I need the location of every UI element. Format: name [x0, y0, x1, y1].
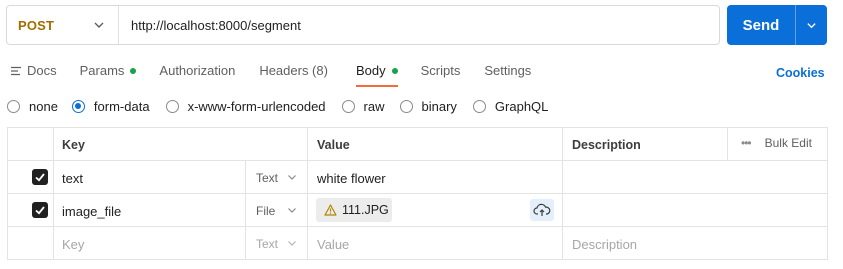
chevron-down-icon: [288, 175, 296, 180]
request-tabs: Docs Params Authorization Headers (8) Bo…: [10, 63, 531, 87]
radio-label: binary: [421, 98, 457, 114]
chevron-down-icon: [807, 22, 816, 28]
warning-icon: [324, 204, 337, 216]
radio-button[interactable]: [341, 99, 355, 113]
radio-label: raw: [363, 98, 385, 114]
docs-icon: [11, 66, 21, 76]
column-header-key: Key: [62, 138, 85, 152]
upload-file-button[interactable]: [530, 199, 554, 221]
radio-label: GraphQL: [494, 98, 549, 114]
column-header-description: Description: [572, 138, 641, 152]
send-button-group: Send: [727, 5, 827, 45]
radio-button[interactable]: [165, 99, 179, 113]
tab-label: Docs: [27, 63, 57, 78]
request-bar: POST http://localhost:8000/segment: [6, 5, 720, 45]
radio-label: none: [29, 98, 58, 114]
method-select[interactable]: POST: [7, 6, 119, 44]
row-enabled-checkbox[interactable]: [32, 202, 48, 218]
tab-headers[interactable]: Headers (8): [259, 63, 328, 87]
body-type-raw[interactable]: raw: [341, 98, 385, 114]
radio-button[interactable]: [399, 99, 413, 113]
body-type-none[interactable]: none: [7, 99, 58, 114]
chevron-down-icon: [288, 241, 296, 246]
method-label: POST: [18, 17, 55, 33]
type-select[interactable]: File: [256, 204, 275, 218]
key-cell[interactable]: text: [62, 171, 83, 186]
tab-docs[interactable]: Docs: [10, 63, 57, 87]
more-icon: •••: [741, 136, 752, 150]
cookies-link[interactable]: Cookies: [776, 66, 825, 80]
tab-label: Params: [79, 63, 125, 78]
tab-label: Settings: [484, 63, 532, 78]
column-header-value: Value: [317, 138, 350, 152]
value-placeholder[interactable]: Value: [317, 237, 349, 252]
value-cell[interactable]: white flower: [317, 171, 386, 186]
table-row: image_file File 111.JPG: [8, 194, 827, 227]
cloud-upload-icon: [533, 203, 551, 216]
tab-label: Body: [355, 63, 386, 78]
form-data-table: Key Value Description ••• Bulk Edit text…: [7, 127, 828, 260]
new-row: Key Text Value Description: [8, 227, 827, 260]
radio-button[interactable]: [472, 99, 486, 113]
body-type-binary[interactable]: binary: [399, 98, 457, 114]
tab-label: Headers (8): [259, 63, 328, 78]
chevron-down-icon: [288, 208, 296, 213]
tab-label: Scripts: [420, 63, 461, 78]
radio-button-selected[interactable]: [71, 99, 85, 113]
chevron-down-icon: [94, 22, 104, 28]
tab-scripts[interactable]: Scripts: [421, 63, 461, 87]
tab-body[interactable]: Body: [355, 63, 398, 87]
radio-button[interactable]: [7, 99, 20, 113]
file-name: 111.JPG: [342, 203, 389, 217]
check-icon: [35, 206, 45, 215]
body-type-selector: none form-data x-www-form-urlencoded raw…: [7, 98, 548, 114]
tab-settings[interactable]: Settings: [484, 63, 531, 87]
type-select[interactable]: Text: [256, 237, 278, 251]
status-dot: [391, 68, 398, 74]
url-input[interactable]: http://localhost:8000/segment: [119, 18, 301, 33]
row-enabled-checkbox[interactable]: [32, 169, 48, 185]
table-row: text Text white flower: [8, 161, 827, 194]
file-chip[interactable]: 111.JPG: [316, 198, 392, 222]
description-placeholder[interactable]: Description: [572, 237, 637, 252]
bulk-edit-label: Bulk Edit: [764, 136, 812, 150]
key-placeholder[interactable]: Key: [62, 237, 84, 252]
tab-label: Authorization: [159, 63, 236, 78]
send-button[interactable]: Send: [727, 17, 795, 34]
body-type-urlencoded[interactable]: x-www-form-urlencoded: [165, 98, 326, 114]
tab-params[interactable]: Params: [80, 63, 137, 87]
radio-label: x-www-form-urlencoded: [187, 98, 326, 114]
key-cell[interactable]: image_file: [62, 204, 121, 219]
body-type-form-data[interactable]: form-data: [71, 98, 150, 114]
table-header-row: Key Value Description ••• Bulk Edit: [8, 128, 827, 161]
body-type-graphql[interactable]: GraphQL: [472, 98, 549, 114]
status-dot: [130, 68, 137, 74]
send-options-button[interactable]: [796, 20, 827, 31]
tab-authorization[interactable]: Authorization: [159, 63, 235, 87]
radio-label: form-data: [93, 98, 150, 114]
type-select[interactable]: Text: [256, 171, 278, 185]
check-icon: [35, 173, 45, 182]
bulk-edit-button[interactable]: ••• Bulk Edit: [741, 136, 812, 150]
